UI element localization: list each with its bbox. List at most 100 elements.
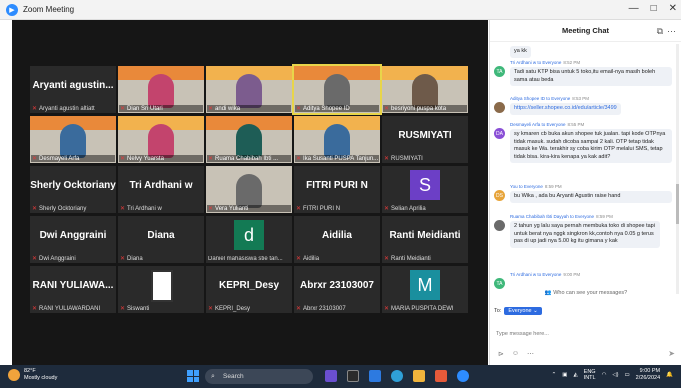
wifi-icon[interactable]: ◠ [602, 372, 607, 378]
participant-name: RUSMIYATI [398, 130, 452, 141]
scrollbar-thumb[interactable] [676, 184, 679, 224]
more-icon[interactable]: ⋯ [667, 20, 676, 42]
chat-toolbar: ⊳ ☺ ⋯ [498, 350, 534, 358]
message-text: sy kmaren cb buka akun shopee tuk jualan… [510, 129, 672, 163]
weather-status: Mostly cloudy [24, 375, 58, 381]
participant-name: KEPRI_Desy [218, 280, 280, 291]
message-time: 8:52 PM [563, 60, 581, 65]
emoji-icon[interactable]: ☺ [512, 350, 519, 358]
participant-tile[interactable]: ✕ besriyoni puspa kota [382, 66, 468, 113]
participant-caption: Aryanti agustin altiatt [39, 106, 95, 112]
network-icon[interactable]: ◭ [573, 372, 577, 378]
participant-name: FITRI PURI N [306, 180, 368, 191]
participant-tile[interactable]: ✕ andi wika [206, 66, 292, 113]
participant-tile[interactable]: FITRI PURI N ✕ FITRI PURI N [294, 166, 380, 213]
mic-muted-icon: ✕ [120, 156, 126, 162]
app-icon[interactable] [369, 370, 381, 382]
message-text: bu Wika , ada bu Aryanti Agustin raise h… [510, 191, 672, 203]
close-button[interactable]: ✕ [669, 3, 677, 14]
folder-icon[interactable] [413, 370, 425, 382]
participant-tile[interactable]: RANI YULIAWA... ✕ RANI YULIAWARDANI [30, 266, 116, 313]
participant-tile[interactable]: S ✕ Selian Aprilia [382, 166, 468, 213]
clock[interactable]: 9:00 PM 2/26/2024 [636, 368, 660, 382]
zoom-icon[interactable] [457, 370, 469, 382]
participant-tile[interactable]: Diana ✕ Diana [118, 216, 204, 263]
participant-caption: Nelvy Yuarsta [127, 156, 164, 162]
recipient-bar: To: Everyone ⌄ [494, 307, 542, 315]
participant-tile[interactable]: ✕ Siswanti [118, 266, 204, 313]
participant-name: RANI YULIAWA... [32, 280, 114, 291]
lang-variant: INTL [583, 375, 596, 381]
participant-tile[interactable]: Tri Ardhani w ✕ Tri Ardhani w [118, 166, 204, 213]
participant-tile[interactable]: Aryanti agustin... ✕ Aryanti agustin alti… [30, 66, 116, 113]
participant-tile[interactable]: M ✕ MARIA PUSPITA DEWI [382, 266, 468, 313]
date: 2/26/2024 [635, 375, 661, 381]
message-link[interactable]: https://seller.shopee.co.id/edu/article/… [510, 103, 621, 115]
participant-tile[interactable]: Ranti Meidianti ✕ Ranti Meidianti [382, 216, 468, 263]
mic-muted-icon: ✕ [32, 206, 38, 212]
participant-caption: FITRI PURI N [303, 206, 341, 212]
weather-icon [8, 369, 20, 381]
more-options-icon[interactable]: ⋯ [527, 350, 534, 358]
volume-icon[interactable]: ◁) [612, 372, 618, 378]
edge-icon[interactable] [391, 370, 403, 382]
who-can-see-link[interactable]: 👥 Who can see your messages? [490, 290, 681, 296]
participant-tile[interactable]: ✕ Desmayeli Arfa [30, 116, 116, 163]
avatar: DA [494, 128, 505, 139]
participant-tile[interactable]: ✕ Dian Sri Utari [118, 66, 204, 113]
recipient-select[interactable]: Everyone ⌄ [504, 307, 542, 315]
app-icon[interactable] [435, 370, 447, 382]
zoom-logo-icon: ▶ [6, 3, 18, 16]
recipient-value: Everyone [508, 308, 532, 314]
mic-muted-icon: ✕ [208, 106, 214, 112]
participant-tile[interactable]: ✕ Nelvy Yuarsta [118, 116, 204, 163]
participant-name: Aryanti agustin... [32, 80, 114, 91]
participant-tile[interactable]: Aidilia ✕ Aidilia [294, 216, 380, 263]
chat-panel: Meeting Chat ⧉ ⋯ ya kk TA Tri Ardhani w … [489, 20, 681, 365]
message-meta: Tri Ardhani w to Everyone [510, 60, 562, 65]
mic-muted-icon: ✕ [384, 106, 390, 112]
people-icon: 👥 [544, 290, 554, 296]
chat-messages[interactable]: ya kk TA Tri Ardhani w to Everyone 8:52 P… [490, 42, 676, 304]
participant-tile-active-speaker[interactable]: ✕ Aditya Shopee ID [292, 64, 382, 115]
language-indicator[interactable]: ENG INTL [584, 369, 596, 381]
participant-tile[interactable]: Dwi Anggraini ✕ Dwi Anggraini [30, 216, 116, 263]
participant-tile[interactable]: ✕ Ika Susanti PUSPA Tanjun... [294, 116, 380, 163]
participant-caption: Vera Yulianti [215, 206, 249, 212]
chat-input[interactable] [494, 322, 678, 346]
popout-icon[interactable]: ⧉ [657, 20, 663, 42]
message-text: 2 tahun yg lalu saya pernah membuka toko… [510, 221, 660, 248]
mic-muted-icon: ✕ [384, 306, 390, 312]
send-icon[interactable]: ➤ [668, 349, 675, 358]
participant-video [148, 124, 174, 158]
format-icon[interactable]: ⊳ [498, 350, 504, 358]
message-meta: Ruama Chabibah Ibti Dayyah to Everyone [510, 214, 595, 219]
participant-tile[interactable]: ✕ Vera Yulianti [206, 166, 292, 213]
notification-icon[interactable]: 🔔 [666, 372, 673, 378]
maximize-button[interactable]: □ [651, 3, 657, 14]
participant-caption: andi wika [215, 106, 241, 112]
title-bar: ▶ Zoom Meeting — □ ✕ [0, 0, 681, 20]
minimize-button[interactable]: — [629, 3, 639, 14]
participant-tile[interactable]: d Daniel mahasiswa stie tan... [206, 216, 292, 263]
participant-tile[interactable]: Sherly Ocktoriany ✕ Sherly Ocktoriany [30, 166, 116, 213]
participant-tile[interactable]: ✕ Ruama Chabibah Ibti ... [206, 116, 292, 163]
participant-tile[interactable]: Abrxr 23103007 ✕ Abrxr 23103007 [294, 266, 380, 313]
chevron-up-icon[interactable]: ⌃ [552, 372, 557, 378]
taskbar-search[interactable]: ⌕ Search [205, 369, 313, 384]
battery-icon[interactable]: ▭ [624, 372, 629, 378]
mic-muted-icon: ✕ [296, 256, 302, 262]
app-icon[interactable] [325, 370, 337, 382]
participant-video [236, 74, 262, 108]
participant-tile[interactable]: KEPRI_Desy ✕ KEPRI_Desy [206, 266, 292, 313]
weather-widget[interactable]: 82°F Mostly cloudy [8, 368, 58, 382]
windows-start-icon[interactable] [187, 370, 199, 382]
app-tray-icon[interactable]: ▣ [562, 372, 567, 378]
app-icon[interactable] [347, 370, 359, 382]
participant-caption: Selian Aprilia [391, 206, 426, 212]
participant-caption: RANI YULIAWARDANI [39, 306, 101, 312]
participant-caption: Sherly Ocktoriany [39, 206, 87, 212]
chat-scrollbar[interactable] [676, 44, 679, 294]
participant-tile[interactable]: RUSMIYATI ✕ RUSMIYATI [382, 116, 468, 163]
participant-caption: KEPRI_Desy [215, 306, 251, 312]
